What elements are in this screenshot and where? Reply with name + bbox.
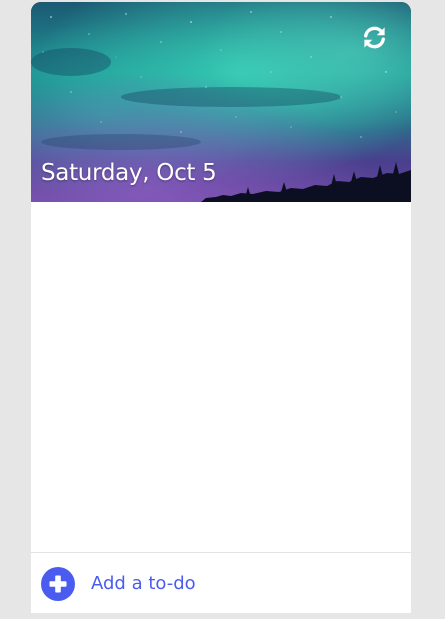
- todo-list: [31, 202, 411, 552]
- header-banner: Saturday, Oct 5: [31, 2, 411, 202]
- plus-icon: [49, 575, 67, 592]
- add-todo-label[interactable]: Add a to-do: [91, 573, 196, 594]
- todo-card: Saturday, Oct 5 Add a to-do: [31, 2, 411, 613]
- add-todo-bar: Add a to-do: [31, 552, 411, 613]
- refresh-button[interactable]: [359, 22, 389, 52]
- date-heading: Saturday, Oct 5: [41, 160, 217, 186]
- refresh-icon: [363, 26, 385, 48]
- add-todo-button[interactable]: [41, 566, 75, 601]
